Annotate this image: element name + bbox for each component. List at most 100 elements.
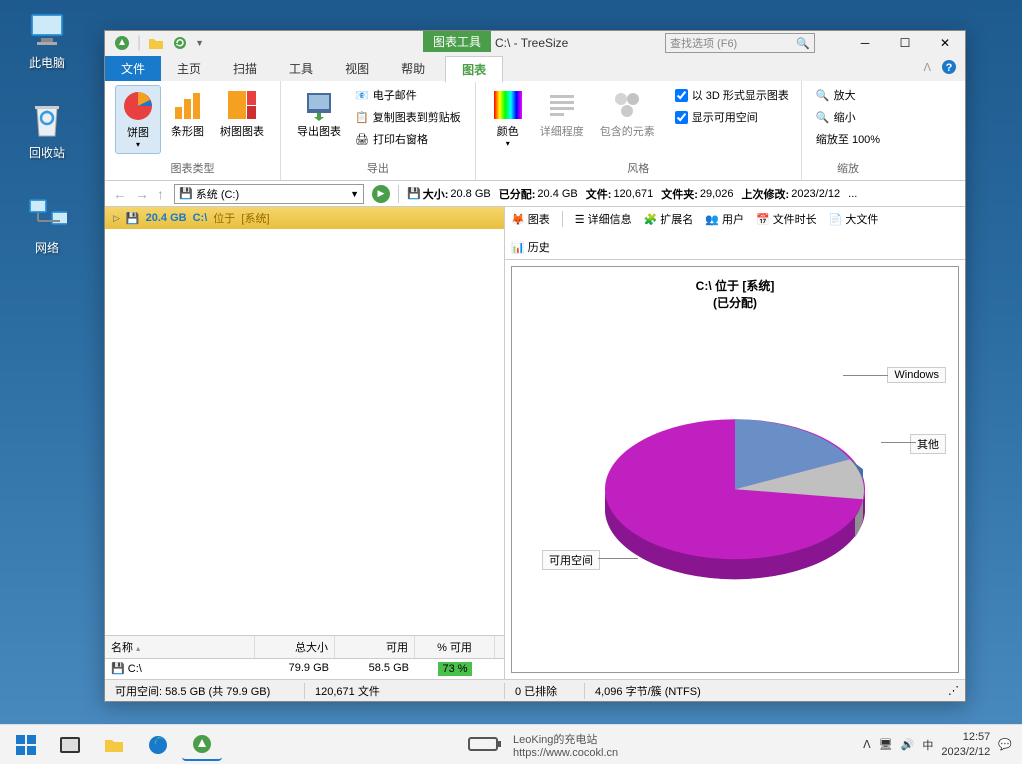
calendar-icon: 📅 [756, 213, 770, 226]
drive-icon: 💾 [407, 187, 421, 200]
view-tab-chart[interactable]: 🦊图表 [511, 211, 550, 227]
forward-button[interactable]: → [133, 186, 151, 202]
desktop-icon-label: 回收站 [12, 144, 82, 161]
scan-button[interactable]: ▶ [372, 185, 390, 203]
tab-scan[interactable]: 扫描 [217, 56, 273, 81]
tray-monitor-icon[interactable]: 🖥 [879, 738, 893, 751]
titlebar: | ▼ 图表工具 C:\ - TreeSize 查找选项 (F6) 🔍 ─ ☐ … [105, 31, 965, 55]
tab-tools[interactable]: 工具 [273, 56, 329, 81]
users-icon: 👥 [705, 213, 719, 226]
treemap-button[interactable]: 树图图表 [214, 85, 270, 143]
tray-ime[interactable]: 中 [922, 737, 933, 753]
export-icon [303, 89, 335, 121]
help-icon[interactable]: ? [941, 59, 957, 75]
status-files: 120,671 文件 [305, 683, 505, 699]
app-window: | ▼ 图表工具 C:\ - TreeSize 查找选项 (F6) 🔍 ─ ☐ … [104, 30, 966, 702]
tab-chart[interactable]: 图表 [445, 56, 503, 82]
more-info[interactable]: ... [848, 188, 857, 200]
view-tab-extensions[interactable]: 🧩扩展名 [644, 211, 694, 227]
search-input[interactable]: 查找选项 (F6) 🔍 [665, 33, 815, 53]
copy-clipboard-button[interactable]: 📋复制图表到剪贴板 [351, 107, 465, 127]
status-excluded: 0 已排除 [505, 683, 585, 699]
dropdown-arrow-icon[interactable]: ▼ [195, 38, 204, 48]
pie-icon: 🦊 [511, 213, 525, 226]
collapse-ribbon-icon[interactable]: ᐱ [923, 61, 931, 74]
zoom-in-icon: 🔍 [816, 89, 830, 102]
start-button[interactable] [6, 729, 46, 761]
tray-volume-icon[interactable]: 🔊 [901, 738, 915, 751]
back-button[interactable]: ← [111, 186, 129, 202]
toolbar: ← → ↑ 💾 系统 (C:) ▼ ▶ 💾 大小: 20.8 GB 已分配: 2… [105, 181, 965, 207]
zoom-in-button[interactable]: 🔍放大 [812, 85, 884, 105]
window-controls: ─ ☐ ✕ [845, 31, 965, 55]
bar-chart-button[interactable]: 条形图 [165, 85, 210, 143]
monitor-icon [27, 10, 67, 50]
print-button[interactable]: 🖨打印右窗格 [351, 129, 465, 149]
desktop-icon-network[interactable]: 网络 [12, 195, 82, 256]
app-icon[interactable] [113, 34, 131, 52]
col-pct[interactable]: % 可用 [415, 636, 495, 658]
file-icon: 📄 [829, 213, 843, 226]
chart-area[interactable]: C:\ 位于 [系统] (已分配) [511, 266, 959, 673]
email-button[interactable]: 📧电子邮件 [351, 85, 465, 105]
minimize-button[interactable]: ─ [845, 31, 885, 55]
taskbar-treesize[interactable] [182, 729, 222, 761]
resize-grip-icon[interactable]: ⋰ [938, 684, 965, 697]
col-total[interactable]: 总大小 [255, 636, 335, 658]
tray-chevron-icon[interactable]: ᐱ [863, 738, 871, 751]
tray-clock[interactable]: 12:57 2023/2/12 [941, 730, 990, 759]
contextual-tab-header: 图表工具 [423, 31, 491, 52]
detail-icon [546, 89, 578, 121]
tab-file[interactable]: 文件 [105, 56, 161, 81]
show-free-checkbox[interactable]: 显示可用空间 [673, 107, 791, 127]
tab-help[interactable]: 帮助 [385, 56, 441, 81]
pie-chart-button[interactable]: 饼图 ▾ [115, 85, 161, 154]
tab-view[interactable]: 视图 [329, 56, 385, 81]
desktop-icon-this-pc[interactable]: 此电脑 [12, 10, 82, 71]
status-cluster: 4,096 字节/簇 (NTFS) [585, 683, 938, 699]
up-button[interactable]: ↑ [155, 186, 166, 202]
pie-label-other: 其他 [910, 434, 946, 454]
view-tab-topfiles[interactable]: 📄大文件 [829, 211, 879, 227]
expand-icon[interactable]: ▷ [113, 213, 120, 224]
col-name[interactable]: 名称 ▴ [105, 636, 255, 658]
taskbar-explorer[interactable] [94, 729, 134, 761]
col-free[interactable]: 可用 [335, 636, 415, 658]
tab-home[interactable]: 主页 [161, 56, 217, 81]
ribbon-group-style: 颜色 ▾ 详细程度 包含的元素 以 3D 形式显示图表 显示可用空间 风格 [476, 81, 802, 180]
path-combobox[interactable]: 💾 系统 (C:) ▼ [174, 184, 364, 204]
export-chart-button[interactable]: 导出图表 [291, 85, 347, 143]
desktop-icon-label: 此电脑 [12, 54, 82, 71]
svg-text:?: ? [946, 62, 953, 74]
size-info: 💾 大小: 20.8 GB [407, 186, 491, 202]
detail-button[interactable]: 详细程度 [534, 85, 590, 143]
quick-access-toolbar: | ▼ [105, 34, 212, 52]
desktop-icon-recycle-bin[interactable]: 回收站 [12, 100, 82, 161]
print-icon: 🖨 [355, 133, 369, 146]
tree-item-root[interactable]: ▷ 💾 20.4 GB C:\ 位于 [系统] [105, 207, 504, 229]
color-button[interactable]: 颜色 ▾ [486, 85, 530, 152]
refresh-icon[interactable] [171, 34, 189, 52]
search-icon: 🔍 [796, 37, 810, 50]
zoom-out-button[interactable]: 🔍缩小 [812, 107, 884, 127]
drive-icon: 💾 [179, 187, 193, 200]
ribbon-group-chart-types: 饼图 ▾ 条形图 树图图表 图表类型 [105, 81, 281, 180]
pie-label-free: 可用空间 [542, 550, 600, 570]
chart-title: C:\ 位于 [系统] (已分配) [512, 267, 958, 311]
view-tab-history[interactable]: 📊历史 [511, 239, 959, 255]
show-3d-checkbox[interactable]: 以 3D 形式显示图表 [673, 85, 791, 105]
view-tab-users[interactable]: 👥用户 [705, 211, 744, 227]
include-button[interactable]: 包含的元素 [594, 85, 661, 143]
tree-view[interactable]: ▷ 💾 20.4 GB C:\ 位于 [系统] [105, 207, 504, 636]
folder-icon[interactable] [147, 34, 165, 52]
table-row[interactable]: 💾 C:\ 79.9 GB 58.5 GB 73 % [105, 659, 504, 679]
statusbar: 可用空间: 58.5 GB (共 79.9 GB) 120,671 文件 0 已… [105, 679, 965, 701]
maximize-button[interactable]: ☐ [885, 31, 925, 55]
task-view-button[interactable] [50, 729, 90, 761]
tray-notification-icon[interactable]: 💬 [998, 738, 1012, 751]
view-tab-details[interactable]: ☰详细信息 [575, 211, 632, 227]
close-button[interactable]: ✕ [925, 31, 965, 55]
view-tab-ages[interactable]: 📅文件时长 [756, 211, 817, 227]
zoom-100-button[interactable]: 缩放至 100% [812, 129, 884, 149]
taskbar-edge[interactable] [138, 729, 178, 761]
